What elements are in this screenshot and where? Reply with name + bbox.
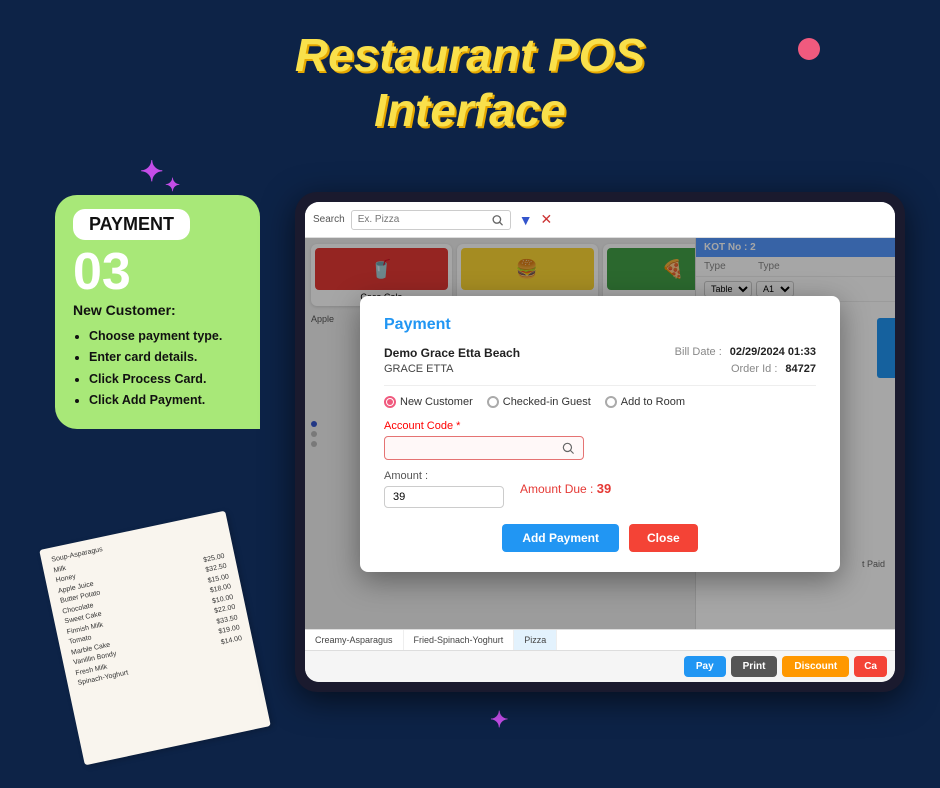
step-number: 03 xyxy=(73,246,242,298)
amount-due-label: Amount Due : xyxy=(520,482,593,496)
step-1: Choose payment type. xyxy=(89,326,242,347)
tablet-frame: Search ▼ ✕ 🥤 Coca Cola xyxy=(295,192,905,692)
radio-label-add-to-room: Add to Room xyxy=(621,396,685,408)
radio-circle-new-customer xyxy=(384,396,396,408)
order-items-bar: Creamy-Asparagus Fried-Spinach-Yoghurt P… xyxy=(305,629,895,650)
title-line1: Restaurant POS xyxy=(295,29,645,81)
dot-decoration-red xyxy=(798,38,820,60)
receipt-paper: Soup-Asparagus Milk Honey Apple Juice$25… xyxy=(39,511,271,766)
radio-add-to-room[interactable]: Add to Room xyxy=(605,396,685,408)
order-tab-pizza[interactable]: Pizza xyxy=(514,630,557,650)
subtitle-colon: : xyxy=(171,302,176,318)
radio-label-new-customer: New Customer xyxy=(400,396,473,408)
payment-badge: PAYMENT xyxy=(73,209,190,240)
account-code-input-wrapper[interactable] xyxy=(384,436,584,460)
modal-divider xyxy=(384,385,816,386)
modal-bill-date-group: Bill Date : 02/29/2024 01:33 xyxy=(675,346,816,360)
step-4: Click Add Payment. xyxy=(89,390,242,411)
card-subtitle: New Customer: xyxy=(73,302,242,318)
title-line2: Interface xyxy=(374,84,566,136)
modal-venue-name: Demo Grace Etta Beach xyxy=(384,346,520,360)
amount-due-group: Amount Due : 39 xyxy=(520,481,611,496)
pay-button[interactable]: Pay xyxy=(684,656,726,677)
payment-info-card: PAYMENT 03 New Customer: Choose payment … xyxy=(55,195,260,429)
modal-sub-venue-row: GRACE ETTA Order Id : 84727 xyxy=(384,363,816,375)
account-code-input[interactable] xyxy=(393,442,561,454)
sparkle-icon-1: ✦ xyxy=(140,155,163,188)
subtitle-bold: New Customer xyxy=(73,302,171,318)
modal-order-id-value: 84727 xyxy=(785,363,816,375)
tablet-screen: Search ▼ ✕ 🥤 Coca Cola xyxy=(305,202,895,682)
add-payment-button[interactable]: Add Payment xyxy=(502,524,619,552)
radio-circle-add-to-room xyxy=(605,396,617,408)
filter-icon[interactable]: ▼ xyxy=(519,212,533,228)
order-tab-spinach[interactable]: Fried-Spinach-Yoghurt xyxy=(404,630,515,650)
pos-app: Search ▼ ✕ 🥤 Coca Cola xyxy=(305,202,895,682)
sparkle-icon-bottom: ✦ xyxy=(490,707,508,733)
amount-due-number: 39 xyxy=(597,481,611,496)
cancel-button[interactable]: Ca xyxy=(854,656,887,677)
steps-list: Choose payment type. Enter card details.… xyxy=(73,326,242,411)
modal-bill-date-value: 02/29/2024 01:33 xyxy=(730,346,816,360)
radio-new-customer[interactable]: New Customer xyxy=(384,396,473,408)
modal-footer: Add Payment Close xyxy=(384,524,816,552)
order-tab-creamy[interactable]: Creamy-Asparagus xyxy=(305,630,404,650)
modal-sub-venue: GRACE ETTA xyxy=(384,363,453,375)
discount-button[interactable]: Discount xyxy=(782,656,849,677)
account-code-label: Account Code * xyxy=(384,420,816,432)
step-3: Click Process Card. xyxy=(89,369,242,390)
pos-bottombar: Pay Print Discount Ca xyxy=(305,650,895,682)
amount-row: Amount : Amount Due : 39 xyxy=(384,470,816,508)
modal-title: Payment xyxy=(384,316,816,334)
page-title-block: Restaurant POS Interface xyxy=(0,0,940,138)
modal-order-id-label: Order Id : xyxy=(731,363,777,375)
payment-modal: Payment Demo Grace Etta Beach Bill Date … xyxy=(360,296,840,572)
clear-icon[interactable]: ✕ xyxy=(541,211,553,228)
amount-label: Amount : xyxy=(384,470,504,482)
payment-modal-overlay: Payment Demo Grace Etta Beach Bill Date … xyxy=(305,238,895,629)
sparkle-icon-2: ✦ xyxy=(165,175,180,196)
radio-label-checked-in: Checked-in Guest xyxy=(503,396,591,408)
modal-order-id-group: Order Id : 84727 xyxy=(731,363,816,375)
close-button[interactable]: Close xyxy=(629,524,698,552)
modal-bill-date-label: Bill Date : xyxy=(675,346,722,360)
payment-type-radio-group: New Customer Checked-in Guest Add to Roo… xyxy=(384,396,816,408)
print-button[interactable]: Print xyxy=(731,656,778,677)
amount-input[interactable] xyxy=(384,486,504,508)
search-box[interactable] xyxy=(351,210,511,230)
radio-checked-in[interactable]: Checked-in Guest xyxy=(487,396,591,408)
account-search-icon xyxy=(561,441,575,455)
step-2: Enter card details. xyxy=(89,347,242,368)
search-label: Search xyxy=(313,214,345,225)
amount-group: Amount : xyxy=(384,470,504,508)
radio-circle-checked-in xyxy=(487,396,499,408)
search-icon xyxy=(491,213,504,227)
pos-topbar: Search ▼ ✕ xyxy=(305,202,895,238)
search-input[interactable] xyxy=(358,214,491,225)
modal-venue-row: Demo Grace Etta Beach Bill Date : 02/29/… xyxy=(384,346,816,360)
pos-content-area: 🥤 Coca Cola 🍔 🍕 🧃 xyxy=(305,238,895,629)
